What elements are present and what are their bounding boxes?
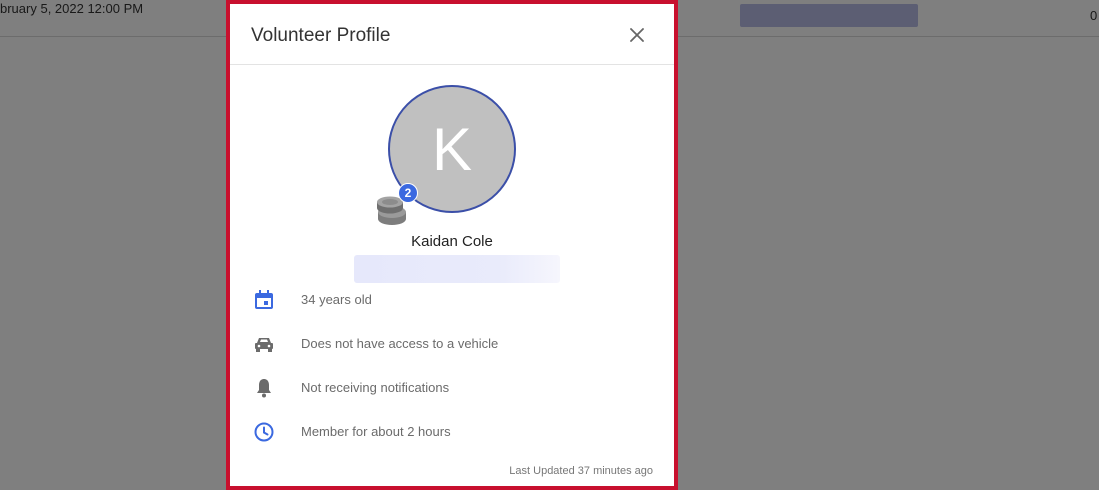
info-age-text: 34 years old xyxy=(301,292,372,307)
redacted-email xyxy=(354,255,560,283)
modal-header: Volunteer Profile xyxy=(230,4,674,65)
car-icon xyxy=(255,338,273,352)
info-row-membership: Member for about 2 hours xyxy=(230,420,674,444)
info-row-age: 34 years old xyxy=(230,288,674,312)
volunteer-name: Kaidan Cole xyxy=(411,233,493,250)
info-row-notifications: Not receiving notifications xyxy=(230,376,674,400)
coins-count-badge: 2 xyxy=(398,183,418,203)
clock-icon xyxy=(254,422,274,442)
info-membership-text: Member for about 2 hours xyxy=(301,424,451,439)
last-updated-text: Last Updated 37 minutes ago xyxy=(509,465,653,477)
bell-icon xyxy=(257,379,271,398)
close-button[interactable] xyxy=(624,22,650,48)
close-icon xyxy=(630,28,644,42)
modal-title: Volunteer Profile xyxy=(251,25,391,46)
info-vehicle-text: Does not have access to a vehicle xyxy=(301,336,499,351)
volunteer-profile-modal: Volunteer Profile K 2 Kaidan Cole 34 yea… xyxy=(226,0,678,490)
calendar-icon xyxy=(255,290,273,309)
info-notifications-text: Not receiving notifications xyxy=(301,380,450,395)
info-row-vehicle: Does not have access to a vehicle xyxy=(230,332,674,356)
